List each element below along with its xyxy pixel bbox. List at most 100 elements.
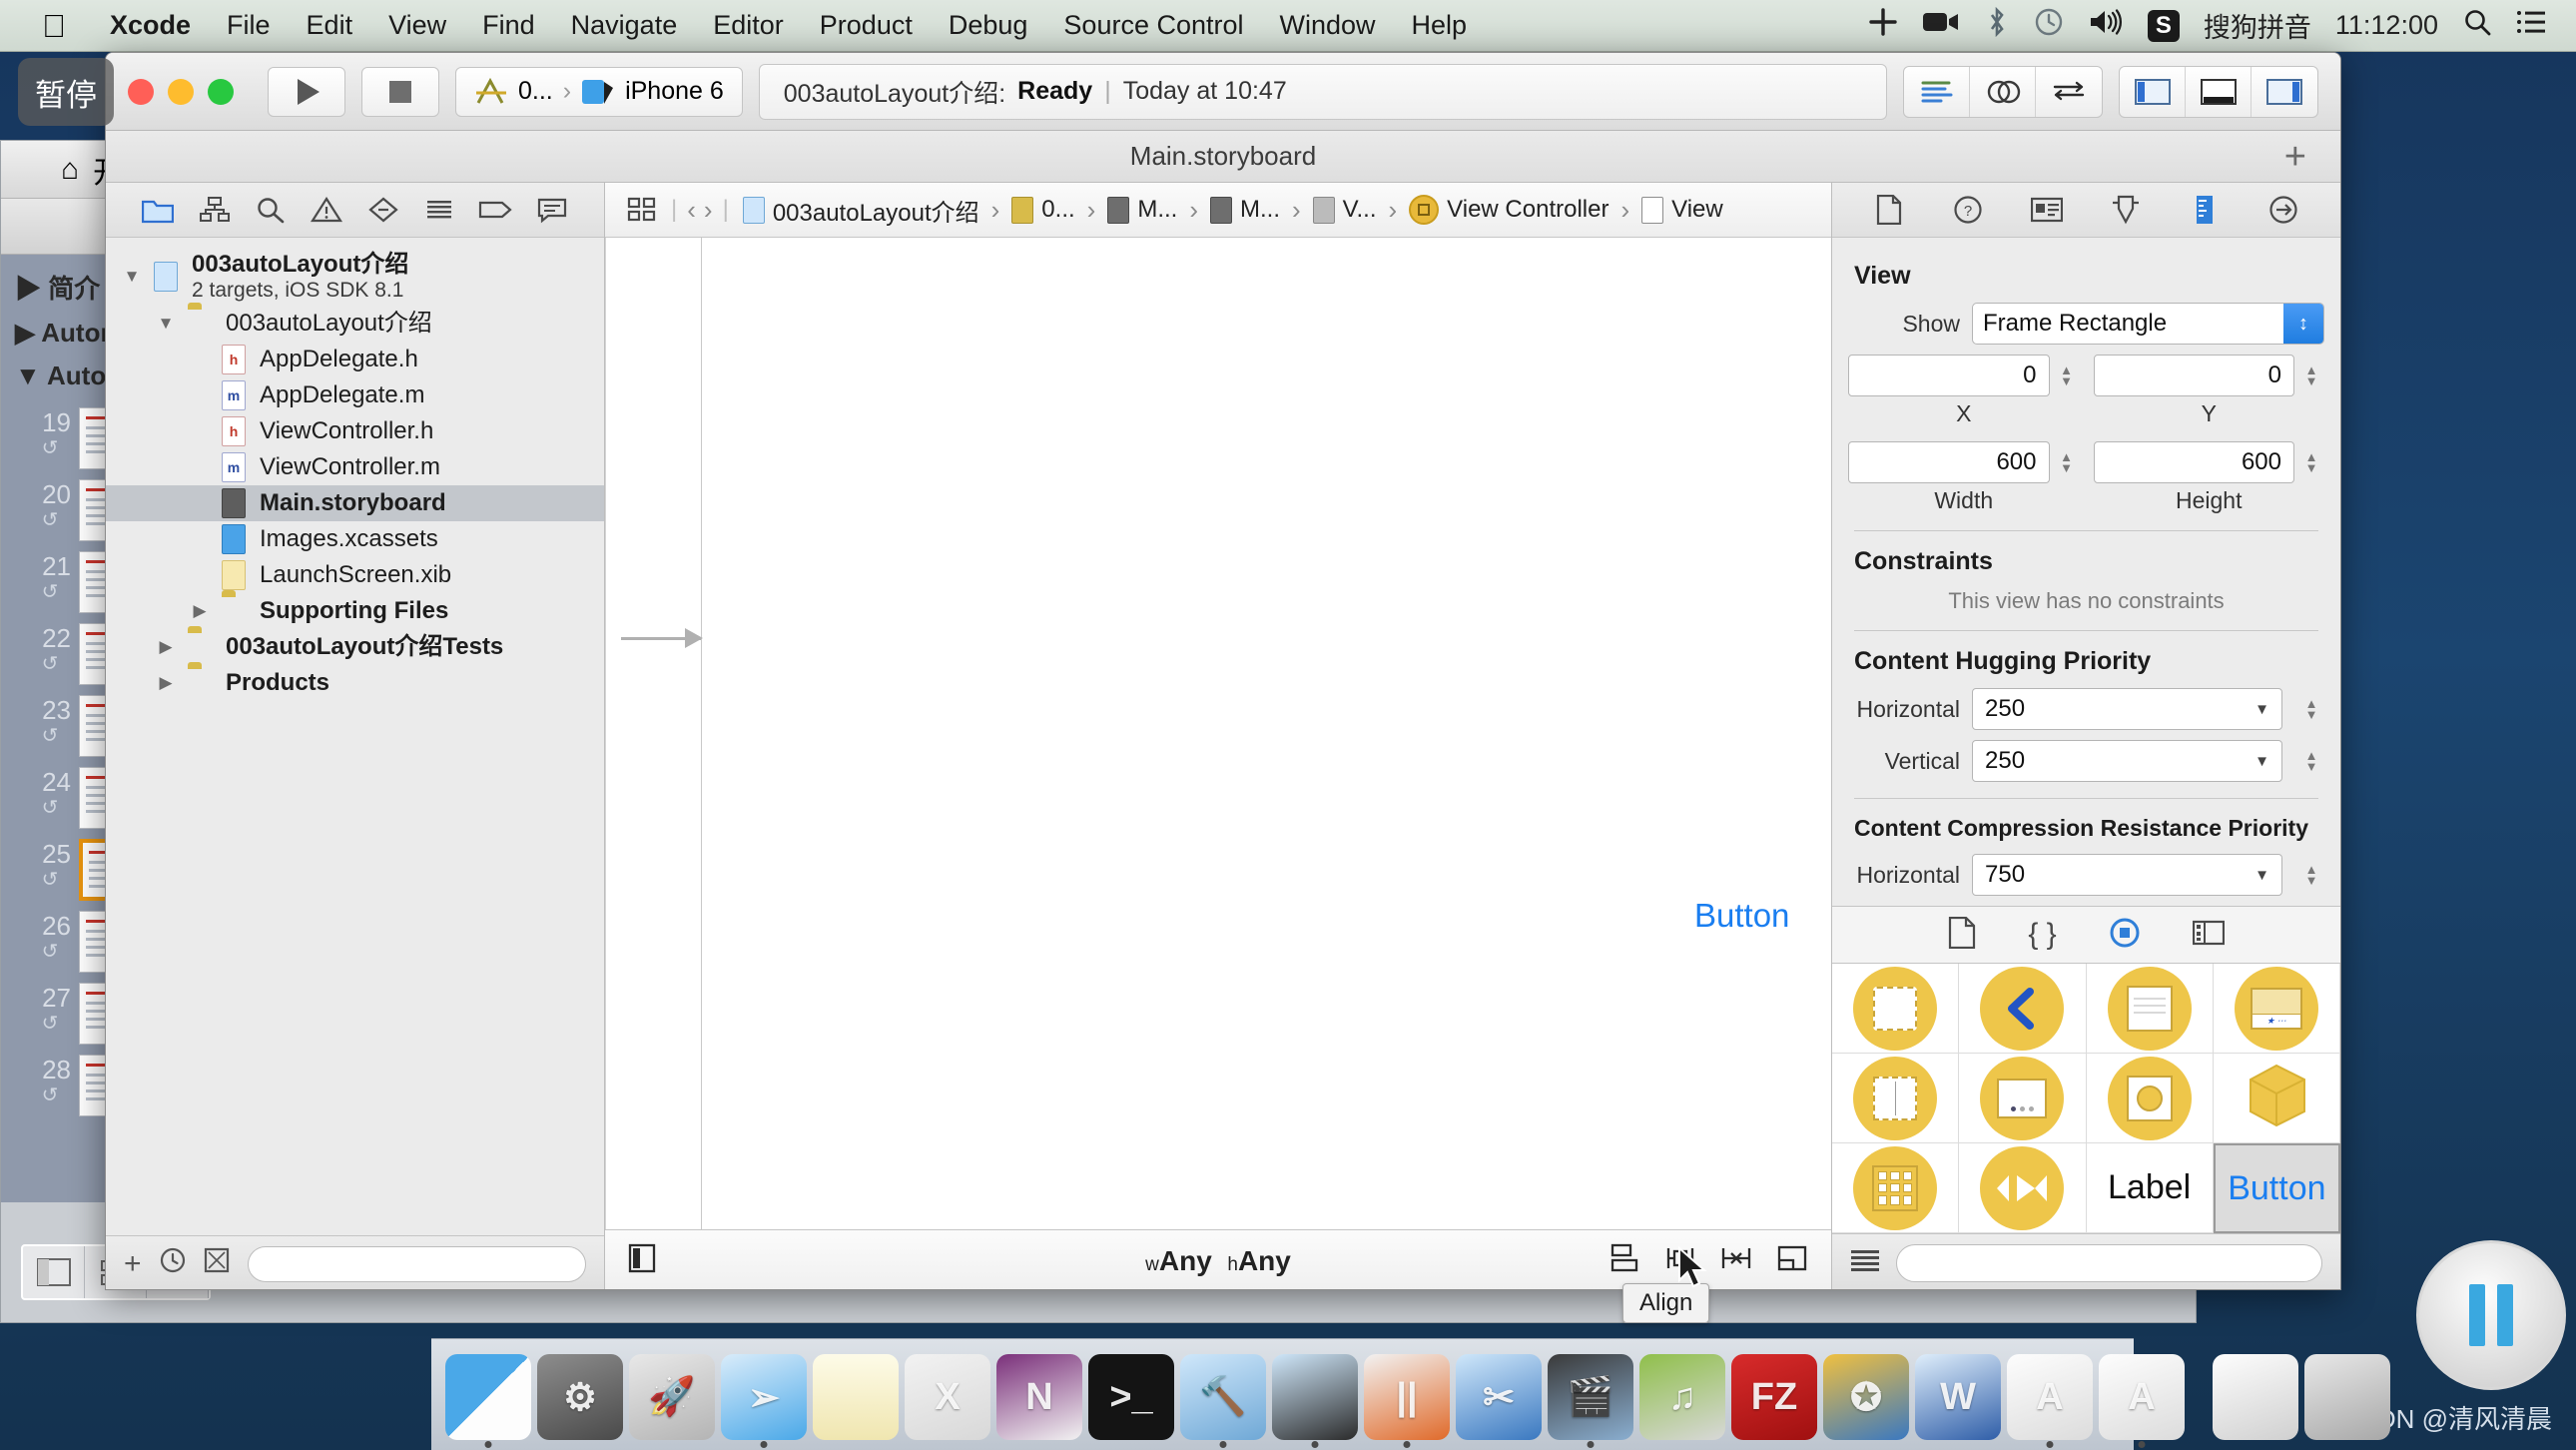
pause-button[interactable]: [2416, 1240, 2566, 1390]
file-tree-row[interactable]: Images.xcassets: [106, 521, 604, 557]
library-list-view-icon[interactable]: [1850, 1247, 1880, 1278]
menu-item-source-control[interactable]: Source Control: [1045, 10, 1261, 41]
project-navigator-icon[interactable]: [130, 190, 186, 230]
hugging-horizontal-combo[interactable]: 250 ▼: [1972, 688, 2282, 730]
breakpoint-navigator-icon[interactable]: [467, 190, 523, 230]
navigator-filter-field[interactable]: [247, 1245, 586, 1282]
hugging-vertical-row[interactable]: Vertical 250 ▼ ▲ ▼: [1848, 740, 2324, 782]
twisty-icon[interactable]: ▶: [15, 318, 35, 348]
show-row[interactable]: Show Frame Rectangle ↕: [1848, 303, 2324, 345]
dock-icon-terminal[interactable]: >_: [1088, 1354, 1174, 1440]
navigate-back-icon[interactable]: ‹: [683, 195, 700, 226]
height-stepper[interactable]: ▲ ▼: [2298, 441, 2324, 483]
library-item-navigation-bar-back-object[interactable]: [1959, 964, 2087, 1054]
spotlight-search-icon[interactable]: [2450, 7, 2504, 44]
breadcrumb-item-vc-scene[interactable]: V...: [1305, 196, 1385, 224]
file-inspector-icon[interactable]: [1863, 190, 1915, 230]
library-item-container-view-object[interactable]: [1832, 1054, 1960, 1143]
library-tab-bar[interactable]: { }: [1832, 906, 2340, 964]
toggle-document-outline-icon[interactable]: [627, 1243, 659, 1278]
width-field-cell[interactable]: 600 ▲ ▼ Width: [1848, 441, 2080, 514]
library-item-tab-bar-object[interactable]: ★ ⋯: [2213, 964, 2340, 1054]
add-file-icon[interactable]: +: [124, 1247, 142, 1281]
menu-item-find[interactable]: Find: [464, 10, 553, 41]
hugging-vertical-stepper[interactable]: ▲ ▼: [2298, 749, 2324, 773]
file-tree-row[interactable]: Main.storyboard: [106, 485, 604, 521]
twisty-icon[interactable]: ▶: [15, 274, 41, 304]
library-item-view-object[interactable]: [1832, 964, 1960, 1054]
menu-item-product[interactable]: Product: [802, 10, 931, 41]
frame-xy-row[interactable]: 0 ▲ ▼ X 0 ▲ ▼ Y: [1848, 355, 2324, 427]
symbol-navigator-icon[interactable]: [186, 190, 242, 230]
dock-icon-onenote[interactable]: N: [996, 1354, 1082, 1440]
recent-files-icon[interactable]: [160, 1247, 186, 1281]
disclosure-triangle-icon[interactable]: ▼: [154, 314, 178, 334]
navigator-pane[interactable]: ▼ 003autoLayout介绍 2 targets, iOS SDK 8.1 ▼ 0…: [106, 183, 605, 1289]
breadcrumb-item-view[interactable]: View: [1633, 196, 1731, 224]
dock-icon-video-editor[interactable]: 🎬: [1548, 1354, 1633, 1448]
dock-icon-excel[interactable]: X: [905, 1354, 990, 1440]
library-item-button-object[interactable]: Button: [2213, 1143, 2340, 1233]
library-item-collection-view-object[interactable]: [1832, 1143, 1960, 1233]
chevron-down-icon[interactable]: ▼: [2254, 753, 2269, 770]
connections-inspector-icon[interactable]: [2257, 190, 2309, 230]
apple-icon[interactable]: : [42, 10, 66, 42]
align-icon[interactable]: [1608, 1242, 1641, 1279]
dock-icon-word[interactable]: W: [1915, 1354, 2001, 1440]
dock-icon-preview-doc[interactable]: A: [2007, 1354, 2093, 1448]
library-item-image-view-object[interactable]: [2086, 1054, 2214, 1143]
file-tree-row[interactable]: ▼ 003autoLayout介绍: [106, 306, 604, 342]
menu-item-file[interactable]: File: [209, 10, 289, 41]
related-items-icon[interactable]: [619, 196, 665, 224]
bluetooth-icon[interactable]: [1972, 6, 2022, 44]
navigator-footer[interactable]: +: [106, 1235, 604, 1289]
editor-version-icon[interactable]: [2036, 67, 2102, 117]
x-field[interactable]: 0: [1848, 355, 2050, 396]
compression-horizontal-row[interactable]: Horizontal 750 ▼ ▲ ▼: [1848, 854, 2324, 896]
breadcrumb-item-view-controller[interactable]: View Controller: [1401, 195, 1616, 225]
disclosure-triangle-icon[interactable]: ▼: [120, 267, 144, 287]
file-tree-row[interactable]: m AppDelegate.m: [106, 377, 604, 413]
dock-icon-simulator[interactable]: [1272, 1354, 1358, 1448]
stop-button[interactable]: [361, 66, 439, 117]
disclosure-triangle-icon[interactable]: ▶: [154, 673, 178, 693]
chevron-updown-icon[interactable]: ↕: [2283, 304, 2323, 344]
canvas-footer-bar[interactable]: wAny hAny: [605, 1229, 1831, 1289]
object-library-icon[interactable]: [2109, 917, 2141, 954]
minimize-icon[interactable]: [168, 78, 194, 105]
dock-icon-photoshop[interactable]: ✪: [1823, 1354, 1909, 1440]
storyboard-canvas[interactable]: Button: [605, 238, 1831, 1229]
mac-menu-bar[interactable]:  Xcode File Edit View Find Navigate Edi…: [0, 0, 2576, 52]
view-toggle-group[interactable]: [2119, 65, 2318, 118]
compression-horizontal-combo[interactable]: 750 ▼: [1972, 854, 2282, 896]
navigator-view-icon[interactable]: [23, 1246, 85, 1298]
library-item-object-cube[interactable]: [2213, 1054, 2340, 1143]
scheme-selector[interactable]: 0... › iPhone 6: [455, 66, 743, 117]
file-tree-row[interactable]: ▶ Products: [106, 665, 604, 701]
x-stepper[interactable]: ▲ ▼: [2054, 355, 2080, 396]
close-icon[interactable]: [128, 78, 154, 105]
hugging-vertical-combo[interactable]: 250 ▼: [1972, 740, 2282, 782]
breadcrumb-item-project[interactable]: 003autoLayout介绍: [735, 193, 987, 228]
dock-trash-icon[interactable]: [2304, 1354, 2390, 1440]
library-search-field[interactable]: [1896, 1243, 2322, 1282]
window-traffic-lights[interactable]: [128, 78, 234, 105]
library-item-label-object[interactable]: Label: [2086, 1143, 2214, 1233]
file-template-library-icon[interactable]: [1948, 916, 1976, 954]
height-field-cell[interactable]: 600 ▲ ▼ Height: [2093, 441, 2325, 514]
menu-item-view[interactable]: View: [370, 10, 464, 41]
y-field[interactable]: 0: [2093, 355, 2294, 396]
editor-standard-icon[interactable]: [1904, 66, 1970, 117]
home-icon[interactable]: ⌂: [61, 153, 79, 187]
menu-item-edit[interactable]: Edit: [289, 10, 371, 41]
editor-mode-group[interactable]: [1903, 65, 2103, 118]
library-item-table-view-object[interactable]: [2086, 964, 2214, 1054]
dock-icon-launchpad[interactable]: 🚀: [629, 1354, 715, 1440]
hugging-horizontal-row[interactable]: Horizontal 250 ▼ ▲ ▼: [1848, 688, 2324, 730]
width-field[interactable]: 600: [1848, 441, 2050, 483]
dock-icon-filezilla[interactable]: FZ: [1731, 1354, 1817, 1440]
y-field-cell[interactable]: 0 ▲ ▼ Y: [2093, 355, 2325, 427]
dock-icon-sound-app[interactable]: ♫: [1639, 1354, 1725, 1440]
dock-icon-notes[interactable]: [813, 1354, 899, 1440]
show-popup-button[interactable]: Frame Rectangle ↕: [1972, 303, 2324, 345]
